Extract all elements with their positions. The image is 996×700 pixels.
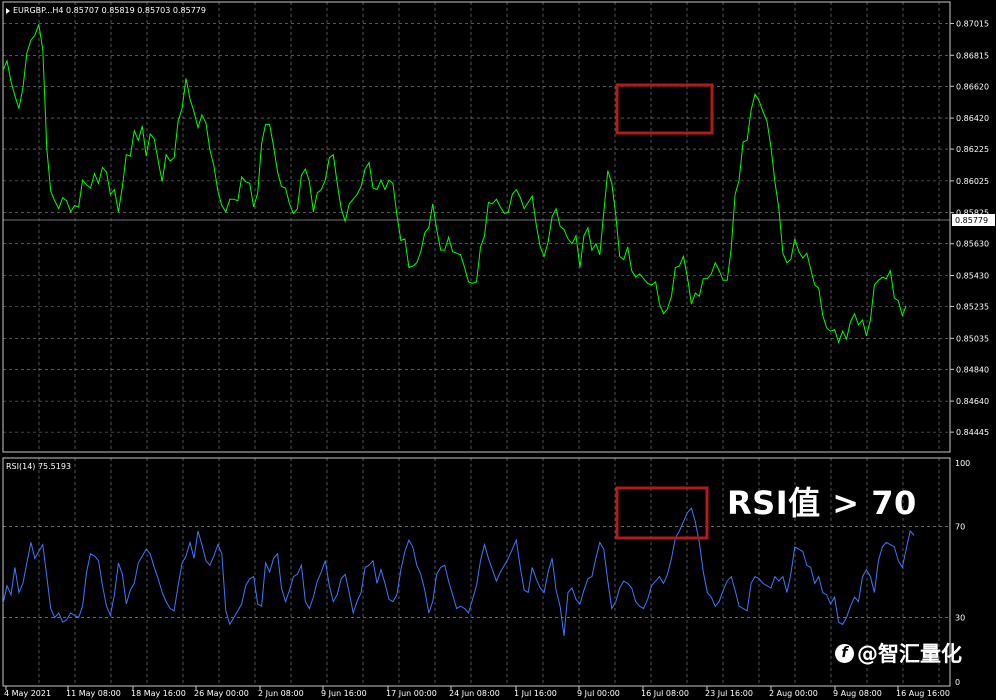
price-tick-label: 0.84445 [956, 428, 989, 437]
trading-chart: 0.87015 0.86815 0.86620 0.86420 0.86225 0.860… [0, 0, 996, 700]
x-tick-label: 1 Jul 16:00 [514, 689, 557, 698]
price-tick-label: 0.84640 [956, 397, 989, 406]
rsi-tick-label: 0 [955, 678, 960, 687]
x-tick-label: 17 Jun 00:00 [386, 689, 437, 698]
x-tick-label: 9 Jun 16:00 [321, 689, 367, 698]
x-tick-label: 16 Aug 16:00 [896, 689, 950, 698]
rsi-annotation: RSI值 > 70 [727, 484, 917, 522]
rsi-tick-label: 30 [955, 614, 965, 623]
price-tick-label: 0.85035 [956, 334, 989, 343]
x-tick-label: 24 Jun 08:00 [449, 689, 500, 698]
price-tick-label: 0.86815 [956, 51, 989, 60]
symbol-header: EURGBP...H4 0.85707 0.85819 0.85703 0.85… [6, 6, 206, 15]
x-tick-label: 2 Jun 08:00 [258, 689, 304, 698]
price-tick-label: 0.86025 [956, 177, 989, 186]
x-tick-label: 11 May 08:00 [66, 689, 121, 698]
x-tick-label: 2 Aug 00:00 [769, 689, 818, 698]
price-tick-label: 0.84840 [956, 365, 989, 374]
x-tick-label: 9 Aug 08:00 [833, 689, 882, 698]
x-tick-label: 4 May 2021 [4, 689, 51, 698]
symbol-header-text: EURGBP...H4 0.85707 0.85819 0.85703 0.85… [13, 6, 206, 15]
price-tick-label: 0.86420 [956, 114, 989, 123]
price-tick-label: 0.87015 [956, 19, 989, 28]
x-tick-label: 9 Jul 00:00 [577, 689, 620, 698]
price-tick-label: 0.85235 [956, 303, 989, 312]
rsi-header-text: RSI(14) 75.5193 [6, 462, 72, 471]
chart-arrow-icon [6, 7, 10, 14]
rsi-tick-label: 100 [955, 459, 970, 468]
brand-logo-icon: f [835, 643, 854, 663]
price-tick-label: 0.86620 [956, 82, 989, 91]
price-tick-label: 0.85430 [956, 271, 989, 280]
current-price-label: 0.85779 [955, 216, 988, 225]
price-tick-label: 0.85630 [956, 240, 989, 249]
x-tick-label: 23 Jul 16:00 [705, 689, 753, 698]
price-tick-label: 0.86225 [956, 145, 989, 154]
rsi-tick-label: 70 [955, 522, 965, 531]
x-tick-label: 18 May 16:00 [131, 689, 186, 698]
watermark-text: @智汇量化 [857, 642, 962, 666]
x-tick-label: 26 May 00:00 [194, 689, 249, 698]
watermark: f @智汇量化 [835, 638, 962, 668]
x-tick-label: 16 Jul 08:00 [641, 689, 689, 698]
rsi-header: RSI(14) 75.5193 [6, 462, 71, 471]
